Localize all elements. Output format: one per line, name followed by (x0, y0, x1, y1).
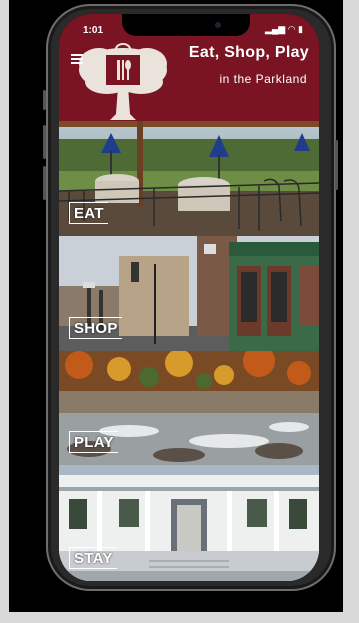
tile-stay-label: STAY (69, 547, 117, 569)
tile-play[interactable]: PLAY (59, 351, 319, 465)
app-subtitle: in the Parkland (219, 72, 307, 86)
phone-volume-up-button (43, 125, 46, 159)
tile-stay[interactable]: STAY (59, 465, 319, 581)
tile-shop-label: SHOP (69, 317, 122, 339)
phone-volume-down-button (43, 166, 46, 200)
hamburger-menu-icon[interactable] (71, 54, 83, 64)
tile-shop[interactable]: SHOP (59, 236, 319, 351)
app-screen: 1:01 ▂▄▆ ◠ ▮ Eat, Shop, Play in the Park… (59, 14, 319, 581)
tree-bag-logo-icon (77, 36, 169, 120)
background-bottom-edge (0, 612, 359, 623)
phone-notch (122, 14, 250, 36)
app-header: 1:01 ▂▄▆ ◠ ▮ Eat, Shop, Play in the Park… (59, 14, 319, 121)
phone-side-button (43, 90, 46, 110)
status-time: 1:01 (83, 25, 104, 36)
front-camera (215, 22, 221, 28)
tile-eat-label: EAT (69, 202, 108, 224)
background-left-edge (0, 0, 9, 623)
app-title: Eat, Shop, Play (188, 44, 309, 61)
background-right-edge (343, 0, 359, 623)
tile-eat[interactable]: EAT (59, 121, 319, 236)
status-icons: ▂▄▆ ◠ ▮ (264, 24, 303, 34)
tile-play-label: PLAY (69, 431, 118, 453)
phone-power-button (335, 140, 338, 190)
